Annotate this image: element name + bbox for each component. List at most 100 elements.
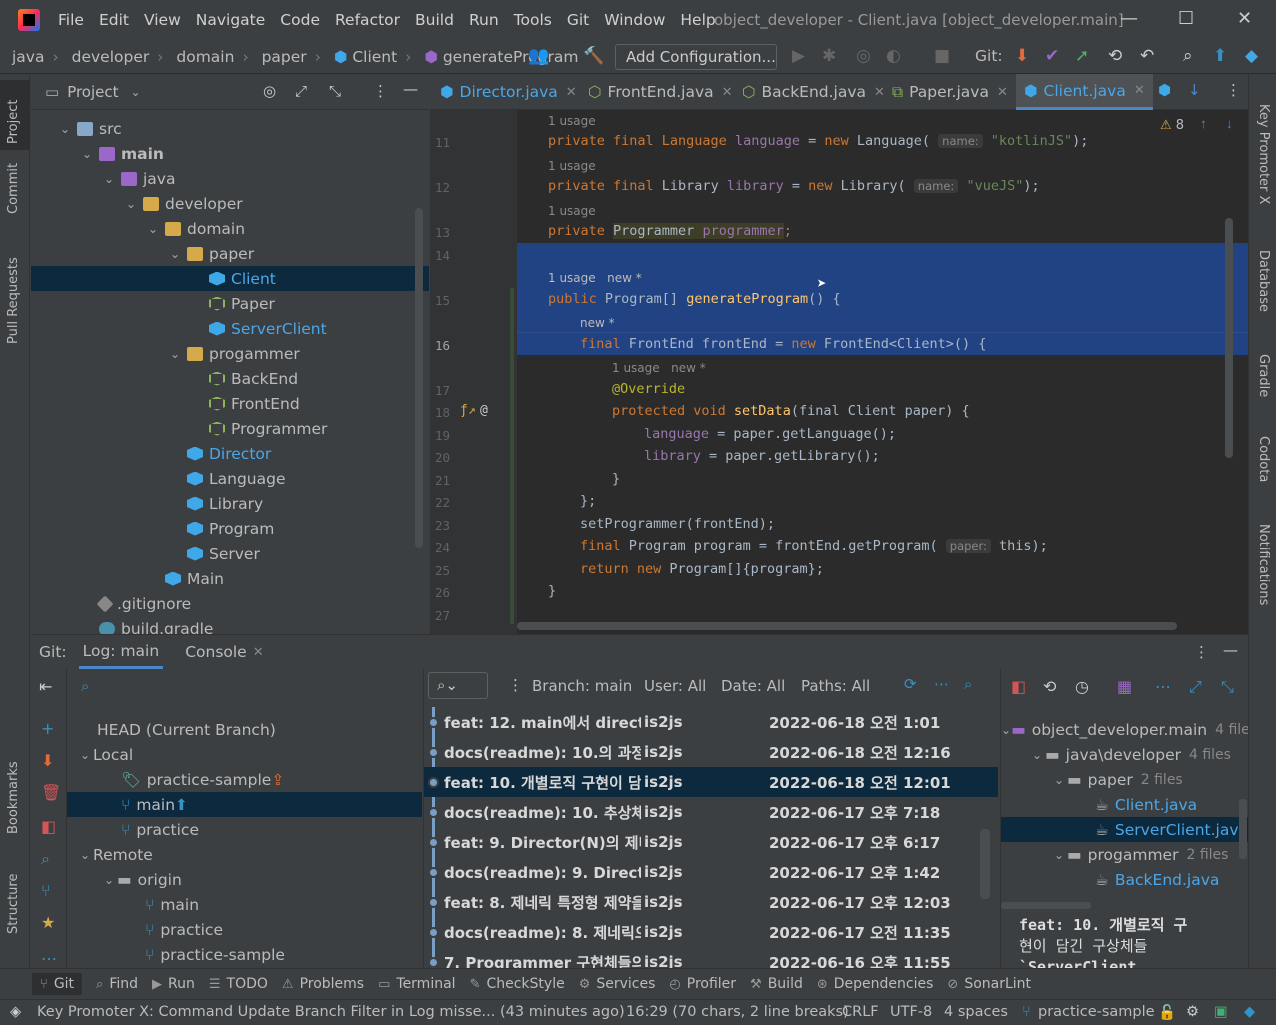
- chevron-down-icon[interactable]: ⌄: [1051, 848, 1067, 862]
- tool-window-run[interactable]: ▶ Run: [152, 976, 195, 992]
- tree-item[interactable]: Programmer: [31, 416, 429, 441]
- line-number[interactable]: 24: [430, 540, 450, 555]
- line-number[interactable]: 22: [430, 495, 450, 510]
- close-tab-icon[interactable]: ✕: [722, 85, 733, 100]
- intellij-logo-icon[interactable]: [18, 9, 40, 31]
- status-message[interactable]: Key Promoter X: Command Update Branch Fi…: [37, 1004, 625, 1020]
- line-number[interactable]: 26: [430, 585, 450, 600]
- compare-icon[interactable]: ◧: [41, 817, 56, 836]
- tree-item[interactable]: ⌄ paper: [31, 241, 429, 266]
- git-update-icon[interactable]: ⬇: [1015, 46, 1029, 66]
- tool-window-services[interactable]: ⚙ Services: [579, 976, 656, 992]
- expand-all-icon[interactable]: ⤢: [1189, 677, 1202, 697]
- line-separator[interactable]: CRLF: [842, 1004, 879, 1020]
- breadcrumb-item[interactable]: Client: [352, 48, 397, 66]
- chevron-down-icon[interactable]: ⌄: [77, 748, 93, 762]
- search-icon[interactable]: ⌕: [81, 677, 89, 695]
- database-tool-tab[interactable]: Database: [1256, 250, 1271, 312]
- files-h-scrollbar[interactable]: [1001, 902, 1091, 909]
- tool-window-todo[interactable]: ☰ TODO: [209, 976, 268, 992]
- search-branch-icon[interactable]: ⌕: [41, 849, 50, 869]
- close-tab-icon[interactable]: ✕: [566, 85, 577, 100]
- menu-item-tools[interactable]: Tools: [514, 11, 552, 29]
- commit-tool-tab[interactable]: Commit: [6, 163, 21, 214]
- tool-window-problems[interactable]: ⚠ Problems: [282, 976, 364, 992]
- chevron-down-icon[interactable]: ⌄: [1029, 748, 1045, 762]
- chevron-down-icon[interactable]: ⌄: [101, 172, 117, 186]
- indent-setting[interactable]: 4 spaces: [944, 1004, 1008, 1020]
- notifications-tool-tab[interactable]: Notifications: [1256, 524, 1271, 605]
- plugin-icon[interactable]: ◆: [1245, 46, 1258, 66]
- tree-item[interactable]: ServerClient: [31, 316, 429, 341]
- refresh-icon[interactable]: ⟳: [904, 675, 917, 693]
- menu-item-help[interactable]: Help: [680, 11, 715, 29]
- breadcrumb-item[interactable]: java: [12, 48, 44, 66]
- profile-icon[interactable]: ◐: [886, 46, 901, 66]
- chevron-down-icon[interactable]: ⌄: [79, 147, 95, 161]
- branch-filter[interactable]: Branch: main: [532, 677, 632, 695]
- warning-count[interactable]: ⚠ 8: [1160, 118, 1184, 133]
- coverage-icon[interactable]: ◎: [856, 46, 871, 66]
- line-number[interactable]: 16: [430, 338, 450, 353]
- maximize-icon[interactable]: ☐: [1178, 8, 1194, 29]
- run-icon[interactable]: ▶: [792, 46, 805, 66]
- menu-item-navigate[interactable]: Navigate: [196, 11, 266, 29]
- gradle-tool-tab[interactable]: Gradle: [1256, 354, 1271, 397]
- line-number[interactable]: 12: [430, 180, 450, 195]
- update-ide-icon[interactable]: ⬆: [1213, 46, 1227, 66]
- structure-tool-tab[interactable]: Structure: [6, 874, 21, 934]
- tool-window-find[interactable]: ⌕ Find: [96, 976, 138, 992]
- close-window-icon[interactable]: ✕: [1237, 8, 1252, 29]
- log-search-input[interactable]: ⌕⌄: [428, 672, 488, 699]
- close-tab-icon[interactable]: ✕: [1134, 83, 1145, 98]
- branch-tree-item[interactable]: ⑂ practice: [67, 917, 422, 942]
- current-branch[interactable]: practice-sample: [1038, 1004, 1155, 1020]
- tree-item[interactable]: Main: [31, 566, 429, 591]
- commit-row[interactable]: docs(readme): 9. Director(N)의is2js 2022-0…: [424, 857, 998, 887]
- key-promoter-tool-tab[interactable]: Key Promoter X: [1256, 104, 1271, 204]
- codota-status-icon[interactable]: ▣: [1214, 1004, 1228, 1020]
- build-hammer-icon[interactable]: 🔨: [583, 46, 604, 66]
- changed-file-item[interactable]: ⌄ ▬ paper 2 files: [1001, 767, 1248, 792]
- tool-window-sonarlint[interactable]: ⊘ SonarLint: [947, 976, 1031, 992]
- stop-icon[interactable]: ■: [934, 46, 950, 66]
- commit-row[interactable]: feat: 8. 제네릭 특정형 제약을 is2js 2022-06-17 오후 1…: [424, 887, 998, 917]
- tree-item[interactable]: Library: [31, 491, 429, 516]
- tree-item[interactable]: ⌄ java: [31, 166, 429, 191]
- line-number[interactable]: 14: [430, 248, 450, 263]
- minimize-icon[interactable]: —: [1120, 8, 1138, 29]
- tree-item[interactable]: Program: [31, 516, 429, 541]
- line-number[interactable]: 13: [430, 225, 450, 240]
- tab-paper[interactable]: ⧉ Paper.java ✕: [892, 74, 1008, 110]
- user-filter[interactable]: User: All: [644, 677, 706, 695]
- tool-window-checkstyle[interactable]: ✎ CheckStyle: [470, 976, 565, 992]
- filter-options-icon[interactable]: ⋮: [508, 676, 523, 694]
- chevron-down-icon[interactable]: ⌄: [101, 873, 117, 887]
- line-number[interactable]: 18: [430, 405, 450, 420]
- chevron-down-icon[interactable]: ⌄: [57, 122, 73, 136]
- options-icon[interactable]: ⋮: [373, 82, 388, 100]
- commit-row[interactable]: 7. Programmer 구현체들의 inis2js 2022-06-16 오후…: [424, 947, 998, 969]
- arrow-down-icon[interactable]: ↓: [1188, 81, 1201, 99]
- expand-all-icon[interactable]: ⤢: [295, 82, 307, 100]
- tab-backend[interactable]: ⬡ BackEnd.java ✕: [742, 74, 885, 110]
- breadcrumb-item[interactable]: developer: [72, 48, 150, 66]
- close-tab-icon[interactable]: ✕: [997, 85, 1008, 100]
- project-tool-tab[interactable]: Project: [6, 100, 21, 144]
- update-branch-icon[interactable]: ⬇: [41, 751, 54, 770]
- commit-row[interactable]: feat: 10. 개별로직 구현이 담긴 is2js 2022-06-18 오전 …: [424, 767, 998, 797]
- branch-tree-item[interactable]: ⑂ practice-sample: [67, 942, 422, 967]
- tab-options-icon[interactable]: ⋮: [1226, 81, 1241, 99]
- commit-row[interactable]: feat: 12. main에서 director로is2js 2022-06-1…: [424, 707, 998, 737]
- tool-window-dependencies[interactable]: ⊛ Dependencies: [817, 976, 934, 992]
- commit-row[interactable]: feat: 9. Director(N)의 제네릭Ais2js 2022-06-1…: [424, 827, 998, 857]
- file-encoding[interactable]: UTF-8: [890, 1004, 932, 1020]
- locate-icon[interactable]: ◎: [263, 82, 276, 100]
- usage-hint[interactable]: 1 usage: [548, 204, 596, 218]
- prev-highlight-icon[interactable]: ↑: [1200, 116, 1207, 131]
- codota-tool-tab[interactable]: Codota: [1256, 436, 1271, 482]
- breadcrumb-item[interactable]: generateProgram: [443, 48, 579, 66]
- menu-item-build[interactable]: Build: [415, 11, 454, 29]
- bookmarks-tool-tab[interactable]: Bookmarks: [6, 761, 21, 834]
- tool-window-git[interactable]: ⑂ Git: [32, 973, 83, 995]
